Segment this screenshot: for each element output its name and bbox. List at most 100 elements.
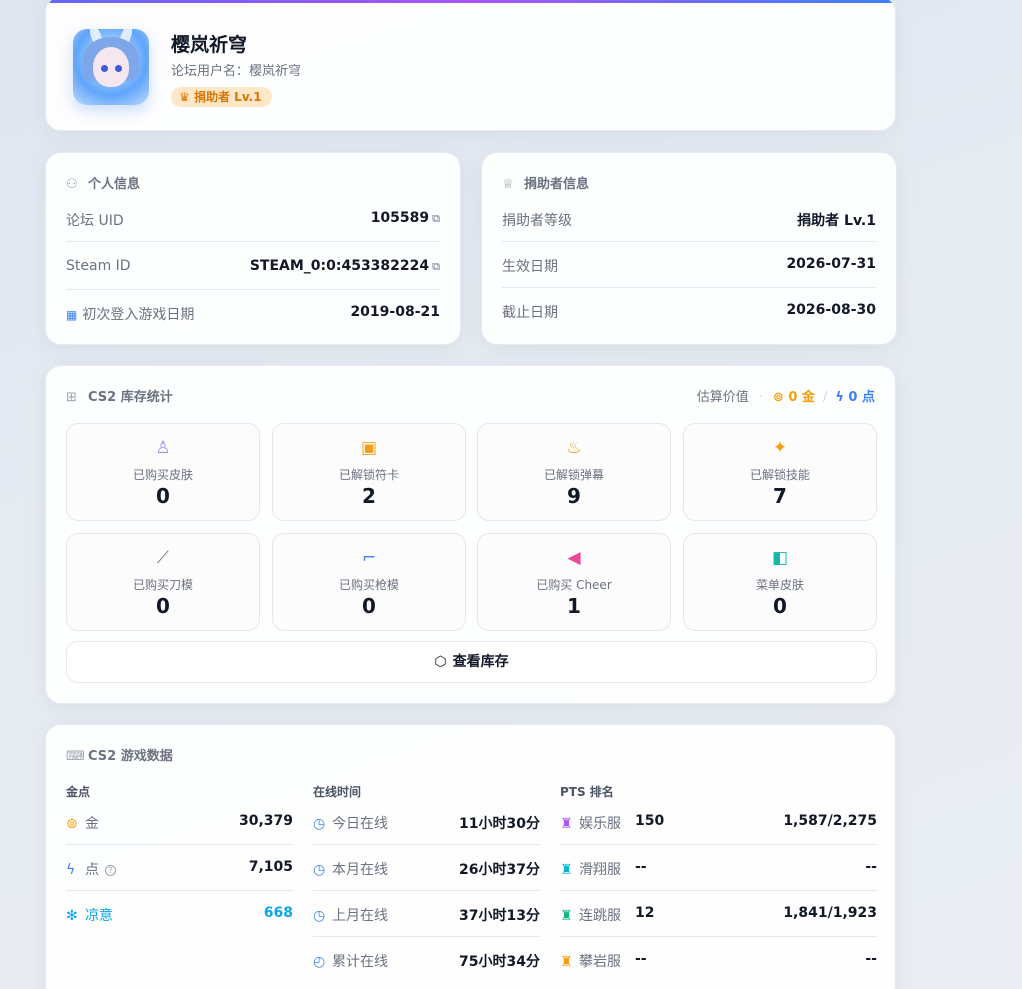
avatar: [73, 29, 149, 105]
snowflake-icon: ✻: [66, 908, 78, 924]
stat-value: 75小时34分: [459, 954, 540, 970]
info-row-steam-id: Steam ID STEAM_0:0:453382224 ⧉: [66, 244, 440, 290]
currency-row-gold: ⊚ 金 30,379: [66, 799, 293, 845]
donor-row-start: 生效日期 2026-07-31: [502, 242, 876, 288]
game-data-card: ⌨ CS2 游戏数据 金点 ⊚ 金 30,379 ϟ 点? 7,105 ✻ 凉意 668…: [45, 724, 896, 989]
stat-value: 7,105: [248, 859, 293, 875]
info-label-text: 初次登入游戏日期: [82, 307, 195, 323]
online-row-today: ◷ 今日在线 11小时30分: [313, 799, 540, 845]
external-link-icon: ⧉: [432, 212, 440, 225]
info-value: 2019-08-21: [350, 304, 440, 320]
info-value: 105589: [370, 210, 430, 226]
stat-label-text: 上月在线: [332, 908, 388, 924]
stat-value: 11小时30分: [459, 816, 540, 832]
rank-value: --: [865, 951, 877, 967]
bolt-icon: ϟ: [835, 390, 849, 405]
stat-label: ◷ 本月在线: [313, 859, 388, 879]
panel-icon: ◧: [771, 548, 789, 568]
estimate-points: 0 点: [848, 390, 875, 405]
stat-label: ⊚ 金: [66, 813, 99, 833]
trophy-icon: ♜: [560, 908, 573, 924]
stat-label-text: 金: [85, 816, 99, 832]
gun-icon: ⌐: [361, 548, 377, 568]
username: 樱岚祈穹: [171, 34, 248, 56]
separator-slash: /: [822, 390, 828, 405]
tile-menu-skin[interactable]: ◧ 菜单皮肤 0: [683, 533, 877, 631]
info-label: ▦ 初次登入游戏日期: [66, 304, 194, 324]
stat-label-text: 滑翔服: [579, 862, 621, 878]
donor-badge-label: 捐助者 Lv.1: [194, 90, 262, 104]
tile-label: 已解锁弹幕: [543, 468, 604, 482]
calendar-icon: ▦: [66, 308, 78, 322]
crown-icon: ♕: [502, 177, 514, 192]
rank-value: 1,841/1,923: [783, 905, 877, 921]
card-icon: ▣: [360, 438, 378, 458]
personal-info-card: ⚇ 个人信息 论坛 UID 105589 ⧉ Steam ID STEAM_0:0:…: [45, 152, 461, 345]
stat-value: 668: [263, 905, 293, 921]
trophy-icon: ♜: [560, 862, 573, 878]
stat-label: ♜ 攀岩服: [560, 951, 621, 971]
pts-value: --: [635, 951, 647, 967]
tile-value: 0: [362, 594, 376, 618]
help-icon[interactable]: ?: [105, 865, 116, 876]
view-inventory-label: 查看库存: [452, 654, 509, 670]
stat-label: ◷ 今日在线: [313, 813, 388, 833]
inventory-card: ⊞ CS2 库存统计 估算价值 · ⊚ 0 金 / ϟ 0 点 ♙ 已购买皮肤 0 ▣ 已…: [45, 365, 896, 704]
info-value: 捐助者 Lv.1: [797, 213, 876, 229]
tile-value: 0: [773, 594, 787, 618]
tile-knives[interactable]: ⟋ 已购买刀模 0: [66, 533, 260, 631]
coin-icon: ⊚: [772, 390, 789, 405]
separator-dot: ·: [758, 390, 763, 405]
tile-barrage[interactable]: ♨ 已解锁弹幕 9: [477, 423, 671, 521]
donor-row-end: 截止日期 2026-08-30: [502, 288, 876, 334]
stopwatch-icon: ◷: [313, 908, 326, 924]
currency-header: 金点: [66, 785, 91, 799]
steam-id-link[interactable]: STEAM_0:0:453382224 ⧉: [250, 258, 440, 274]
user-icon: ⚇: [66, 177, 78, 192]
tile-label: 已解锁技能: [749, 468, 810, 482]
tile-cards[interactable]: ▣ 已解锁符卡 2: [272, 423, 466, 521]
profile-card: 樱岚祈穹 论坛用户名：樱岚祈穹 ♛ 捐助者 Lv.1: [45, 0, 896, 131]
rank-value: --: [865, 859, 877, 875]
personal-info-title: ⚇ 个人信息: [66, 173, 140, 192]
stat-label: ♜ 滑翔服: [560, 859, 621, 879]
bolt-icon: ϟ: [66, 862, 76, 878]
uid-link[interactable]: 105589 ⧉: [371, 210, 440, 226]
online-row-total: ◴ 累计在线 75小时34分: [313, 937, 540, 983]
stopwatch-icon: ◷: [313, 862, 326, 878]
game-data-title-label: CS2 游戏数据: [88, 749, 173, 764]
tile-cheer[interactable]: ◀ 已购买 Cheer 1: [477, 533, 671, 631]
rank-value: 1,587/2,275: [783, 813, 877, 829]
clock-icon: ◴: [313, 954, 326, 970]
tile-skills[interactable]: ✦ 已解锁技能 7: [683, 423, 877, 521]
tile-guns[interactable]: ⌐ 已购买枪模 0: [272, 533, 466, 631]
tile-label: 菜单皮肤: [755, 578, 804, 592]
info-label: 生效日期: [502, 259, 558, 275]
pts-header: PTS 排名: [560, 785, 614, 799]
sparkles-icon: ✦: [772, 438, 788, 458]
stat-label: ϟ 点?: [66, 859, 116, 879]
inventory-title-label: CS2 库存统计: [88, 390, 173, 405]
stat-label: ♜ 娱乐服: [560, 813, 621, 833]
stat-label-text: 本月在线: [332, 862, 388, 878]
info-value: 2026-08-30: [786, 302, 876, 318]
knife-icon: ⟋: [157, 548, 169, 568]
view-inventory-button[interactable]: ⬡ 查看库存: [66, 641, 877, 683]
info-label: 捐助者等级: [502, 213, 572, 229]
tile-skins[interactable]: ♙ 已购买皮肤 0: [66, 423, 260, 521]
forum-username: 论坛用户名：樱岚祈穹: [171, 64, 302, 79]
pts-value: 12: [635, 905, 655, 921]
estimate-label: 估算价值: [696, 390, 749, 405]
stat-value: 26小时37分: [459, 862, 540, 878]
online-row-month: ◷ 本月在线 26小时37分: [313, 845, 540, 891]
tile-label: 已解锁符卡: [338, 468, 399, 482]
pts-value: --: [635, 859, 647, 875]
trophy-icon: ♜: [560, 954, 573, 970]
box-icon: ⬡: [434, 654, 447, 670]
info-label: Steam ID: [66, 258, 131, 274]
stat-label-text: 累计在线: [332, 954, 388, 970]
stat-label: ✻ 凉意: [66, 905, 113, 925]
game-data-title: ⌨ CS2 游戏数据: [66, 745, 173, 764]
online-header: 在线时间: [313, 785, 362, 799]
info-label: 论坛 UID: [66, 213, 124, 229]
